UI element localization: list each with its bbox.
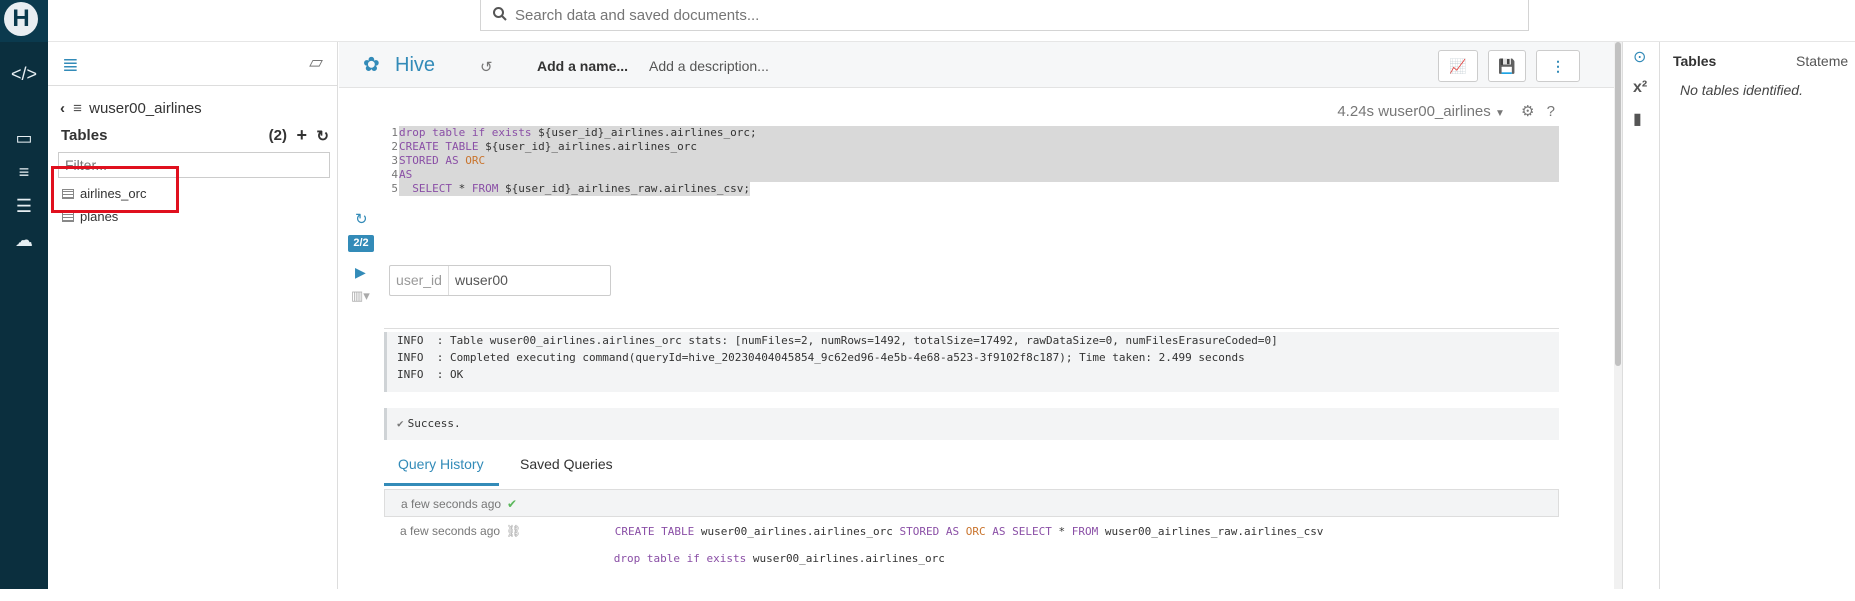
- parameter-field[interactable]: user_id wuser00: [389, 265, 611, 296]
- param-value[interactable]: wuser00: [455, 272, 508, 288]
- history-icon[interactable]: ↺: [480, 58, 493, 76]
- history-row[interactable]: a few seconds ago ✔ CREATE TABLE wuser00…: [384, 489, 1559, 538]
- functions-icon[interactable]: x²: [1633, 79, 1647, 97]
- jobs-icon[interactable]: ☰: [8, 194, 40, 218]
- history-row[interactable]: a few seconds ago ⛓ drop table if exists…: [384, 517, 1559, 565]
- active-tab-indicator: [384, 483, 499, 486]
- log-line: INFO : Table wuser00_airlines.airlines_o…: [397, 334, 1278, 347]
- search-input[interactable]: [515, 4, 1515, 26]
- documents-icon[interactable]: ▭: [8, 126, 40, 150]
- editor-icon[interactable]: </>: [8, 62, 40, 86]
- log-line: INFO : OK: [397, 368, 464, 381]
- code-line: 5 SELECT * FROM ${user_id}_airlines_raw.…: [391, 182, 751, 196]
- global-search[interactable]: [480, 0, 1529, 31]
- scrollbar-thumb[interactable]: [1615, 42, 1621, 366]
- import-icon[interactable]: ☁: [8, 228, 40, 252]
- app-title[interactable]: Hive: [395, 54, 435, 77]
- editor-header: ✿ Hive ↺ Add a name... Add a description…: [339, 42, 1615, 88]
- database-small-icon: ≡: [73, 100, 82, 117]
- explain-icon[interactable]: ▥▾: [351, 288, 370, 304]
- right-assist-rail: ⊙ x² ▮: [1622, 42, 1660, 589]
- book-icon[interactable]: ▮: [1633, 109, 1642, 129]
- back-chevron-icon[interactable]: ‹: [60, 100, 65, 117]
- hive-icon: ✿: [363, 54, 380, 76]
- result-divider[interactable]: [384, 328, 1559, 329]
- left-assist-panel: ≣ ▱: [48, 42, 338, 589]
- tab-tables[interactable]: Tables: [1673, 53, 1716, 69]
- execution-database: wuser00_airlines: [1378, 103, 1491, 120]
- compass-icon[interactable]: ⊙: [1633, 47, 1646, 67]
- execution-log: INFO : Table wuser00_airlines.airlines_o…: [384, 332, 1559, 392]
- history-query: drop table if exists wuser00_airlines.ai…: [613, 552, 945, 565]
- highlight-box: [51, 166, 179, 213]
- log-line: INFO : Completed executing command(query…: [397, 351, 1245, 364]
- editor-scrollbar[interactable]: [1614, 42, 1622, 589]
- refresh-icon[interactable]: ↻: [316, 127, 329, 145]
- code-line: 2CREATE TABLE ${user_id}_airlines.airlin…: [384, 140, 1559, 154]
- check-icon: ✔: [397, 417, 404, 430]
- assist-panel-header: ≣ ▱: [48, 42, 337, 86]
- more-options-button[interactable]: ⋮: [1536, 50, 1580, 82]
- history-time: a few seconds ago: [401, 497, 502, 511]
- code-line: 3STORED AS ORC: [384, 154, 1559, 168]
- breadcrumb[interactable]: ‹ ≡ wuser00_airlines: [60, 100, 202, 117]
- query-description-field[interactable]: Add a description...: [649, 58, 769, 74]
- chevron-down-icon: ▼: [1494, 108, 1505, 119]
- right-assist-panel: Tables Stateme No tables identified.: [1660, 42, 1855, 589]
- execution-info[interactable]: 4.24s wuser00_airlines ▼ ⚙ ?: [1337, 102, 1555, 120]
- sql-database-icon[interactable]: ≣: [62, 52, 79, 77]
- tables-header: Tables (2) + ↻: [61, 125, 331, 146]
- help-icon[interactable]: ?: [1547, 103, 1555, 120]
- tables-label: Tables: [61, 127, 108, 144]
- refresh-statement-icon[interactable]: ↻: [355, 210, 368, 228]
- success-text: Success.: [407, 417, 461, 430]
- app-nav-rail: H </> ▭ ≡ ☰ ☁: [0, 0, 48, 589]
- editor-main: ✿ Hive ↺ Add a name... Add a description…: [339, 42, 1615, 589]
- query-name-field[interactable]: Add a name...: [537, 58, 628, 74]
- database-icon[interactable]: ≡: [8, 160, 40, 184]
- code-line: 1drop table if exists ${user_id}_airline…: [384, 126, 1559, 140]
- documents-folder-icon[interactable]: ▱: [309, 52, 323, 73]
- success-message: ✔ Success.: [384, 408, 1559, 440]
- tab-saved-queries[interactable]: Saved Queries: [520, 454, 613, 472]
- param-label: user_id: [390, 266, 449, 295]
- search-icon: [493, 7, 507, 21]
- unlink-icon: ⛓: [506, 524, 522, 538]
- success-check-icon: ✔: [507, 497, 518, 511]
- add-table-icon[interactable]: +: [296, 125, 307, 146]
- history-time: a few seconds ago: [400, 524, 501, 538]
- tab-query-history[interactable]: Query History: [398, 454, 484, 472]
- save-button[interactable]: 💾: [1488, 50, 1526, 82]
- execute-icon[interactable]: ▶: [355, 264, 366, 281]
- hue-logo-icon: H: [4, 2, 38, 36]
- settings-icon[interactable]: ⚙: [1521, 103, 1534, 120]
- database-name: wuser00_airlines: [89, 100, 202, 117]
- statement-badge[interactable]: 2/2: [348, 235, 374, 252]
- no-tables-message: No tables identified.: [1680, 82, 1803, 98]
- top-bar: [48, 0, 1855, 42]
- logo[interactable]: H: [0, 0, 48, 42]
- tables-count: (2): [268, 127, 287, 144]
- execution-time: 4.24s: [1337, 103, 1375, 120]
- tab-statements[interactable]: Stateme: [1796, 53, 1848, 69]
- chart-button[interactable]: 📈: [1438, 50, 1478, 82]
- code-line: 4AS: [384, 168, 1559, 182]
- code-editor[interactable]: 1drop table if exists ${user_id}_airline…: [384, 126, 1559, 196]
- table-icon: [62, 212, 74, 222]
